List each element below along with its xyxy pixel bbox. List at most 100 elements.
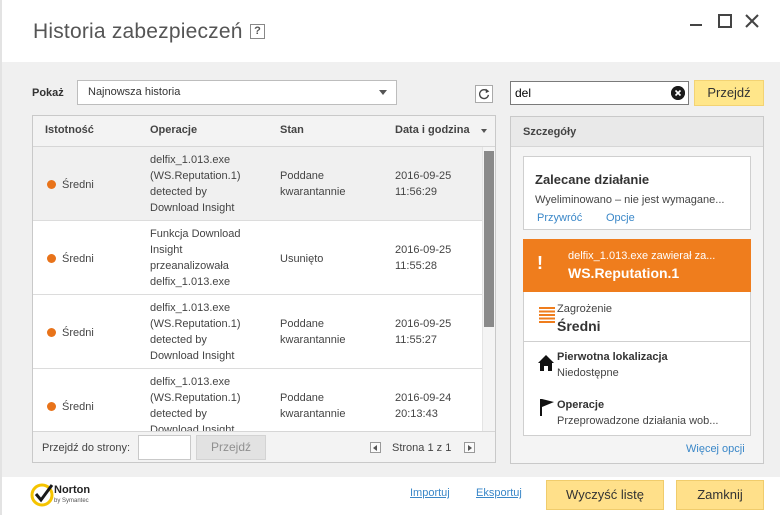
time-value: 11:55:28 (395, 260, 438, 272)
operation-cell: delfix_1.013.exe (WS.Reputation.1) detec… (150, 300, 240, 364)
status-cell: Poddane kwarantannie (280, 390, 345, 422)
details-header: Szczegóły (511, 117, 763, 147)
original-location-label: Pierwotna lokalizacja (557, 351, 668, 363)
operation-line: Funkcja Download (150, 228, 241, 240)
options-link[interactable]: Opcje (606, 212, 635, 224)
recommended-action-box: Zalecane działanie Wyeliminowano – nie j… (523, 156, 751, 230)
search-value: del (515, 86, 532, 100)
status-line: kwarantannie (280, 334, 346, 346)
threat-level-label: Zagrożenie (557, 303, 613, 315)
history-filter-dropdown[interactable]: Najnowsza historia (77, 80, 397, 105)
clear-search-icon[interactable] (671, 86, 685, 100)
next-page-icon[interactable] (464, 442, 475, 453)
window-title: Historia zabezpieczeń (33, 20, 243, 43)
goto-page-label: Przejdź do strony: (42, 442, 131, 454)
date-cell: 2016-09-25 11:56:29 (395, 168, 451, 200)
original-location-row: Pierwotna lokalizacja Niedostępne (524, 342, 750, 390)
norton-logo-text: Norton (54, 484, 91, 496)
status-line: Usunięto (280, 253, 324, 265)
severity-cell: Średni (62, 401, 94, 413)
help-icon[interactable]: ? (250, 24, 265, 39)
table-row[interactable]: Średni delfix_1.013.exe (WS.Reputation.1… (33, 369, 482, 431)
date-value: 2016-09-25 (395, 244, 452, 256)
date-cell: 2016-09-25 11:55:28 (395, 242, 451, 274)
original-location-value: Niedostępne (557, 367, 619, 379)
clear-list-button[interactable]: Wyczyść listę (546, 480, 664, 510)
more-options-link[interactable]: Więcej opcji (686, 443, 745, 455)
sort-descending-icon (481, 129, 487, 133)
severity-cell: Średni (62, 179, 94, 191)
exclamation-icon: ! (537, 253, 543, 273)
date-value: 2016-09-24 (395, 392, 452, 404)
close-button[interactable]: Zamknij (676, 480, 764, 510)
history-table: Istotność Operacje Stan Data i godzina Ś… (32, 115, 496, 463)
operations-value: Przeprowadzone działania wob... (557, 415, 719, 427)
status-cell: Usunięto (280, 251, 323, 267)
norton-logo-subtext: by Symantec (54, 498, 89, 504)
goto-page-button[interactable]: Przejdź (196, 435, 266, 460)
alert-message: delfix_1.013.exe zawierał za... (568, 250, 716, 262)
scrollbar-thumb[interactable] (484, 151, 494, 327)
search-input[interactable]: del (510, 81, 689, 105)
operation-line: detected by (150, 408, 207, 420)
previous-page-icon[interactable] (370, 442, 381, 453)
status-line: Poddane (280, 170, 325, 182)
table-header: Istotność Operacje Stan Data i godzina (33, 116, 495, 147)
severity-cell: Średni (62, 327, 94, 339)
severity-cell: Średni (62, 253, 94, 265)
table-row[interactable]: Średni delfix_1.013.exe (WS.Reputation.1… (33, 147, 482, 221)
operation-line: detected by (150, 334, 207, 346)
export-link[interactable]: Eksportuj (476, 487, 522, 499)
alert-threat-name: WS.Reputation.1 (568, 265, 680, 281)
column-header-operations[interactable]: Operacje (150, 124, 197, 136)
operation-line: delfix_1.013.exe (150, 276, 231, 288)
time-value: 11:55:27 (395, 334, 438, 346)
date-cell: 2016-09-25 11:55:27 (395, 316, 451, 348)
details-panel: Szczegóły Zalecane działanie Wyeliminowa… (510, 116, 764, 464)
status-line: Poddane (280, 318, 325, 330)
operation-cell: delfix_1.013.exe (WS.Reputation.1) detec… (150, 152, 240, 216)
operation-line: Download Insight (150, 424, 235, 431)
import-link[interactable]: Importuj (410, 487, 450, 499)
column-header-status[interactable]: Stan (280, 124, 304, 136)
pagination-bar: Przejdź do strony: Przejdź Strona 1 z 1 (33, 431, 495, 462)
refresh-icon[interactable] (475, 85, 493, 103)
operations-row: Operacje Przeprowadzone działania wob... (524, 390, 750, 434)
page-number-input[interactable] (138, 435, 191, 460)
threat-level-row: Zagrożenie Średni (524, 292, 750, 342)
restore-link[interactable]: Przywróć (537, 212, 582, 224)
house-icon (538, 355, 554, 371)
page-indicator: Strona 1 z 1 (392, 442, 452, 454)
threat-alert-banner: ! delfix_1.013.exe zawierał za... WS.Rep… (523, 239, 751, 292)
maximize-icon[interactable] (716, 12, 734, 30)
date-value: 2016-09-25 (395, 170, 452, 182)
time-value: 11:56:29 (395, 186, 438, 198)
severity-dot-icon (47, 402, 56, 411)
status-line: kwarantannie (280, 408, 346, 420)
column-header-severity[interactable]: Istotność (45, 124, 94, 136)
status-line: kwarantannie (280, 186, 346, 198)
table-row[interactable]: Średni delfix_1.013.exe (WS.Reputation.1… (33, 295, 482, 369)
column-header-date[interactable]: Data i godzina (395, 124, 470, 136)
threat-info-box: Zagrożenie Średni Pierwotna lokalizacja … (523, 292, 751, 436)
chevron-down-icon (379, 90, 387, 95)
status-line: Poddane (280, 392, 325, 404)
filter-label: Pokaż (32, 87, 64, 99)
severity-dot-icon (47, 254, 56, 263)
severity-dot-icon (47, 180, 56, 189)
operation-line: Download Insight (150, 202, 235, 214)
table-row[interactable]: Średni Funkcja Download Insight przeanal… (33, 221, 482, 295)
minimize-icon[interactable] (687, 12, 705, 30)
threat-level-bars-icon (539, 307, 555, 323)
search-go-button[interactable]: Przejdź (694, 80, 764, 106)
operation-line: (WS.Reputation.1) (150, 392, 241, 404)
time-value: 20:13:43 (395, 408, 438, 420)
operation-cell: Funkcja Download Insight przeanalizowała… (150, 226, 241, 290)
recommended-action-title: Zalecane działanie (535, 172, 650, 187)
flag-icon (540, 399, 554, 416)
close-icon[interactable] (743, 12, 761, 30)
operation-line: delfix_1.013.exe (150, 376, 231, 388)
threat-level-value: Średni (557, 318, 601, 334)
operations-label: Operacje (557, 399, 605, 411)
recommended-action-description: Wyeliminowano – nie jest wymagane... (535, 194, 725, 206)
